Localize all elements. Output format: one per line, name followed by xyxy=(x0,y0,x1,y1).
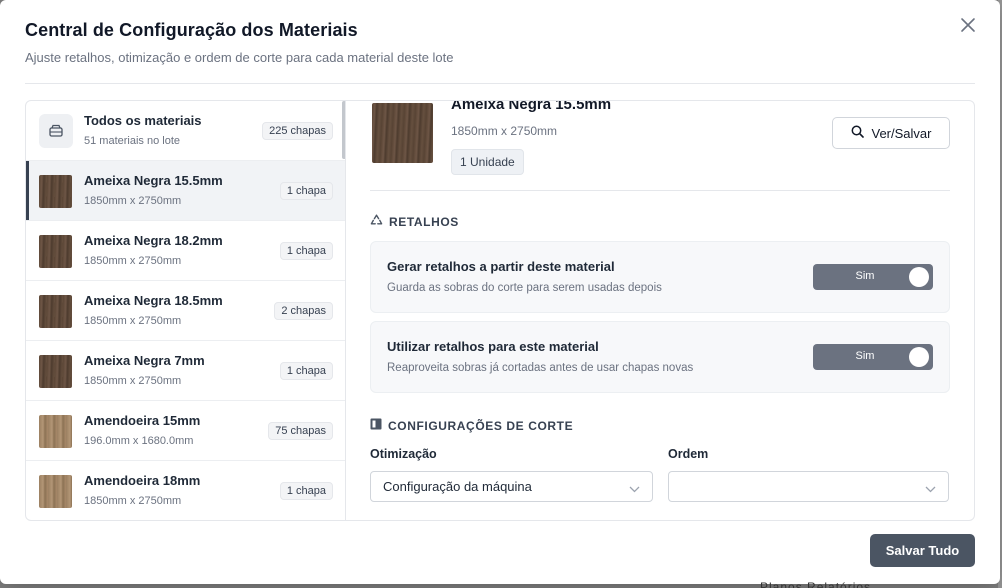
ordem-select[interactable] xyxy=(668,471,949,502)
count-badge: 75 chapas xyxy=(268,422,333,440)
list-item-name: Ameixa Negra 18.5mm xyxy=(84,293,223,308)
count-badge: 2 chapas xyxy=(274,302,333,320)
material-swatch xyxy=(39,415,72,448)
material-list: Todos os materiais 51 materiais no lote … xyxy=(26,101,346,520)
unit-badge: 1 Unidade xyxy=(451,149,524,175)
modal-title: Central de Configuração dos Materiais xyxy=(25,20,358,40)
material-swatch xyxy=(39,295,72,328)
ordem-label: Ordem xyxy=(668,447,709,461)
count-badge: 1 chapa xyxy=(279,362,333,380)
otimizacao-label: Otimização xyxy=(370,447,437,461)
material-config-modal: Central de Configuração dos Materiais Aj… xyxy=(0,0,1000,584)
view-save-label: Ver/Salvar xyxy=(871,125,932,141)
list-item-dimensions: 1850mm x 2750mm xyxy=(84,195,182,207)
layers-icon xyxy=(39,114,73,148)
layout-icon xyxy=(370,418,382,433)
count-badge: 1 chapa xyxy=(279,482,333,500)
material-swatch xyxy=(39,235,72,268)
modal-subtitle: Ajuste retalhos, otimização e ordem de c… xyxy=(25,50,454,65)
material-swatch xyxy=(39,355,72,388)
list-item-name: Amendoeira 15mm xyxy=(84,413,201,428)
list-item-material[interactable]: Amendoeira 15mm 196.0mm x 1680.0mm 75 chap… xyxy=(26,401,345,461)
toggle-knob xyxy=(909,267,929,287)
chevron-down-icon xyxy=(629,481,640,496)
list-item-name: Ameixa Negra 15.5mm xyxy=(84,173,223,188)
list-item-material[interactable]: Ameixa Negra 7mm 1850mm x 2750mm 1 chapa xyxy=(26,341,345,401)
list-item-dimensions: 1850mm x 2750mm xyxy=(84,375,182,387)
use-scraps-toggle[interactable]: Sim xyxy=(813,344,933,370)
save-all-button[interactable]: Salvar Tudo xyxy=(870,534,975,567)
toggle-label: Sim xyxy=(855,350,875,362)
generate-scraps-toggle[interactable]: Sim xyxy=(813,264,933,290)
toggle-label: Sim xyxy=(855,270,875,282)
material-swatch xyxy=(39,475,72,508)
list-item-dimensions: 196.0mm x 1680.0mm xyxy=(84,435,194,447)
corte-title-text: CONFIGURAÇÕES DE CORTE xyxy=(388,418,574,433)
otimizacao-select[interactable]: Configuração da máquina xyxy=(370,471,653,502)
option-generate-scraps: Gerar retalhos a partir deste material G… xyxy=(370,241,950,313)
backdrop-fragment-text: Planos Relatórios xyxy=(760,580,872,588)
list-item-dimensions: 1850mm x 2750mm xyxy=(84,315,182,327)
modal-header: Central de Configuração dos Materiais Aj… xyxy=(25,20,975,65)
list-item-sub: 51 materiais no lote xyxy=(84,135,180,147)
list-item-name: Ameixa Negra 7mm xyxy=(84,353,205,368)
option-description: Reaproveita sobras já cortadas antes de … xyxy=(387,362,694,374)
chevron-down-icon xyxy=(925,481,936,496)
retalhos-title-text: RETALHOS xyxy=(389,215,459,229)
list-item-dimensions: 1850mm x 2750mm xyxy=(84,495,182,507)
count-badge: 225 chapas xyxy=(262,122,333,140)
material-items: Ameixa Negra 15.5mm 1850mm x 2750mm 1 chap… xyxy=(26,161,345,520)
list-item-name: Ameixa Negra 18.2mm xyxy=(84,233,223,248)
list-item-name: Todos os materiais xyxy=(84,113,202,128)
close-icon[interactable] xyxy=(958,16,978,36)
option-description: Guarda as sobras do corte para serem usa… xyxy=(387,282,662,294)
list-item-all-materials[interactable]: Todos os materiais 51 materiais no lote … xyxy=(26,101,345,161)
count-badge: 1 chapa xyxy=(279,242,333,260)
list-item-material[interactable]: Ameixa Negra 18.2mm 1850mm x 2750mm 1 chap… xyxy=(26,221,345,281)
count-badge: 1 chapa xyxy=(279,182,333,200)
material-swatch xyxy=(372,103,433,163)
list-item-dimensions: 1850mm x 2750mm xyxy=(84,255,182,267)
option-use-scraps: Utilizar retalhos para este material Rea… xyxy=(370,321,950,393)
otimizacao-value: Configuração da máquina xyxy=(383,479,532,494)
list-item-name: Amendoeira 18mm xyxy=(84,473,201,488)
list-item-material[interactable]: Amendoeira 18mm 1850mm x 2750mm 1 chapa xyxy=(26,461,345,520)
option-title: Utilizar retalhos para este material xyxy=(387,339,599,354)
retalhos-section-title: RETALHOS xyxy=(370,214,459,230)
search-icon xyxy=(851,125,864,141)
recycle-icon xyxy=(370,214,383,230)
header-divider xyxy=(25,83,975,84)
list-item-material[interactable]: Ameixa Negra 18.5mm 1850mm x 2750mm 2 chap… xyxy=(26,281,345,341)
detail-divider xyxy=(370,190,950,191)
modal-body: Todos os materiais 51 materiais no lote … xyxy=(25,100,975,521)
option-title: Gerar retalhos a partir deste material xyxy=(387,259,615,274)
material-detail: Ameixa Negra 15.5mm 1850mm x 2750mm 1 Un… xyxy=(346,101,974,520)
material-swatch xyxy=(39,175,72,208)
view-save-button[interactable]: Ver/Salvar xyxy=(832,117,950,149)
toggle-knob xyxy=(909,347,929,367)
corte-section-title: CONFIGURAÇÕES DE CORTE xyxy=(370,418,573,433)
list-item-material[interactable]: Ameixa Negra 15.5mm 1850mm x 2750mm 1 chap… xyxy=(26,161,345,221)
detail-title: Ameixa Negra 15.5mm xyxy=(451,101,612,113)
detail-dimensions: 1850mm x 2750mm xyxy=(451,124,558,138)
